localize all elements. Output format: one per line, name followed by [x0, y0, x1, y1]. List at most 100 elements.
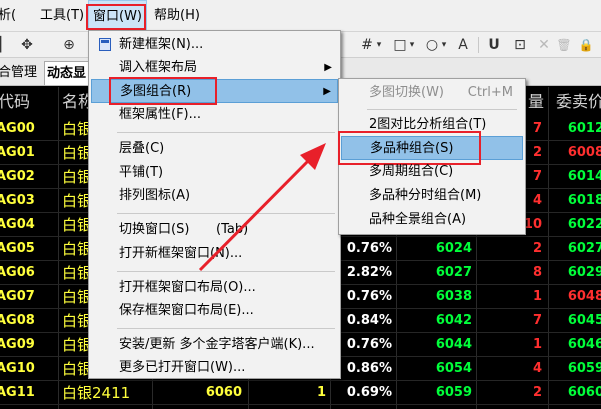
submenu-arrow-icon: ▶: [323, 86, 331, 97]
tab-combo-manager[interactable]: 合管理: [0, 61, 39, 85]
menu-item-label: 打开新框架窗口(N)...: [119, 246, 243, 261]
window-menu: 新建框架(N)... 调入框架布局 ▶ 多图组合(R) ▶ 框架属性(F)...…: [88, 30, 341, 379]
menu-item-label: 切换窗口(S): [119, 222, 190, 237]
menu-item-label: 排列图标(A): [119, 188, 191, 203]
menu-separator: [367, 109, 517, 110]
menu-item-cascade[interactable]: 层叠(C): [91, 137, 338, 161]
row-quantity: 4: [532, 361, 542, 376]
menu-window[interactable]: 窗口(W): [88, 0, 147, 32]
row-code: AG03: [0, 193, 35, 208]
row-code: AG07: [0, 289, 35, 304]
menu-item-label: 保存框架窗口布局(E)...: [119, 303, 254, 318]
menu-item-open-window-layout[interactable]: 打开框架窗口布局(O)...: [91, 276, 338, 300]
chevron-down-icon[interactable]: ▾: [375, 36, 383, 54]
row-ask-price: 6046: [567, 337, 601, 352]
grid-hash-icon[interactable]: #: [360, 36, 374, 54]
menu-item-multi-chart-combo[interactable]: 多图组合(R) ▶: [91, 79, 338, 103]
row-ask-price: 6029: [567, 265, 601, 280]
column-header-ask-price[interactable]: 委卖价: [556, 87, 601, 116]
menu-help[interactable]: 帮助(H): [150, 0, 204, 32]
new-frame-icon: [99, 38, 111, 51]
row-divider: [0, 404, 601, 405]
row-ask-price: 6018: [567, 193, 601, 208]
menu-item-label: 2图对比分析组合(T): [369, 117, 487, 132]
menu-item-label: 更多已打开窗口(W)...: [119, 360, 246, 375]
text-icon[interactable]: A: [456, 36, 470, 54]
row-quantity: 1: [532, 289, 542, 304]
menu-analysis[interactable]: 析(: [0, 0, 20, 32]
submenu-item-two-chart-compare[interactable]: 2图对比分析组合(T): [341, 113, 523, 137]
menu-item-load-layout[interactable]: 调入框架布局 ▶: [91, 56, 338, 80]
row-quantity: 1: [532, 337, 542, 352]
row-change-percent: 0.76%: [346, 337, 392, 352]
row-ask-price: 6060: [567, 385, 601, 400]
menu-item-open-new-frame-window[interactable]: 打开新框架窗口(N)...: [91, 242, 338, 266]
submenu-item-multi-chart-switch: 多图切换(W) Ctrl+M: [341, 81, 523, 105]
menu-item-frame-properties[interactable]: 框架属性(F)...: [91, 103, 338, 127]
row-change-percent: 0.86%: [346, 361, 392, 376]
submenu-item-multi-symbol-combo[interactable]: 多品种组合(S): [341, 136, 523, 160]
tab-dynamic-display[interactable]: 动态显: [44, 61, 90, 85]
row-quantity: 2: [532, 385, 542, 400]
menu-item-install-update-clients[interactable]: 安装/更新 多个金字塔客户端(K)...: [91, 333, 338, 357]
menu-item-switch-window[interactable]: 切换窗口(S) (Tab): [91, 218, 338, 242]
menu-item-arrange-icons[interactable]: 排列图标(A): [91, 184, 338, 208]
menu-item-label: 层叠(C): [119, 141, 165, 156]
row-code: AG01: [0, 145, 35, 160]
row-bid-price: 6059: [435, 385, 472, 400]
row-code: AG02: [0, 169, 35, 184]
row-ask-price: 6008: [567, 145, 601, 160]
row-code: AG11: [0, 385, 35, 400]
rectangle-icon[interactable]: □: [392, 36, 408, 54]
row-code: AG00: [0, 121, 35, 136]
row-ask-price: 6022: [567, 217, 601, 232]
move-icon[interactable]: ✥: [18, 36, 36, 54]
chevron-down-icon[interactable]: ▾: [408, 36, 416, 54]
trash-icon[interactable]: 🗑: [556, 36, 572, 54]
circle-icon[interactable]: ○: [424, 36, 440, 54]
column-header-qty[interactable]: 量: [528, 87, 544, 116]
submenu-item-multi-period-combo[interactable]: 多周期组合(C): [341, 160, 523, 184]
menu-item-tile[interactable]: 平铺(T): [91, 161, 338, 185]
row-bid-price: 6054: [435, 361, 472, 376]
menu-item-label: 多品种组合(S): [370, 141, 454, 156]
menu-tools[interactable]: 工具(T): [36, 0, 88, 32]
row-name: 白银2411: [62, 384, 131, 402]
menu-item-new-frame[interactable]: 新建框架(N)...: [91, 33, 338, 57]
menu-item-label: 品种全景组合(A): [369, 212, 467, 227]
menu-item-shortcut: Ctrl+M: [467, 85, 513, 100]
submenu-item-symbol-panorama[interactable]: 品种全景组合(A): [341, 208, 523, 232]
menu-item-label: 新建框架(N)...: [119, 37, 204, 52]
submenu-item-multi-symbol-intraday[interactable]: 多品种分时组合(M): [341, 184, 523, 208]
menu-separator: [117, 271, 335, 272]
zoom-in-icon[interactable]: ⊕: [60, 36, 78, 54]
lock-icon[interactable]: ⊡: [512, 36, 528, 54]
row-change-percent: 0.76%: [346, 241, 392, 256]
menu-bar: 析( 工具(T) 窗口(W) 帮助(H): [0, 0, 601, 32]
chevron-down-icon[interactable]: ▾: [440, 36, 448, 54]
menu-item-save-window-layout[interactable]: 保存框架窗口布局(E)...: [91, 299, 338, 323]
column-header-code[interactable]: 代码: [0, 87, 30, 116]
row-bid-price: 6038: [435, 289, 472, 304]
padlock-icon[interactable]: 🔒: [578, 36, 594, 54]
row-last-price: 6060: [205, 385, 242, 400]
magnet-icon[interactable]: U: [486, 36, 502, 54]
table-row[interactable]: AG11 白银2411 6060 1 0.69% 6059 2 6060: [0, 381, 601, 405]
row-code: AG10: [0, 361, 35, 376]
row-change-percent: 2.82%: [346, 265, 392, 280]
row-ask-price: 6059: [567, 361, 601, 376]
row-quantity: 8: [532, 265, 542, 280]
menu-item-label: 多周期组合(C): [369, 164, 454, 179]
row-change-percent: 0.84%: [346, 313, 392, 328]
row-quantity: 2: [532, 241, 542, 256]
row-ask-price: 6014: [567, 169, 601, 184]
menu-item-label: 平铺(T): [119, 165, 164, 180]
row-ask-price: 6027: [567, 241, 601, 256]
delete-icon[interactable]: ✕: [536, 36, 552, 54]
toolbar-separator: [478, 37, 479, 53]
row-code: AG08: [0, 313, 35, 328]
row-volume: 1: [316, 385, 326, 400]
row-change-percent: 0.69%: [346, 385, 392, 400]
menu-item-more-open-windows[interactable]: 更多已打开窗口(W)...: [91, 356, 338, 380]
menu-item-shortcut: (Tab): [216, 222, 249, 237]
